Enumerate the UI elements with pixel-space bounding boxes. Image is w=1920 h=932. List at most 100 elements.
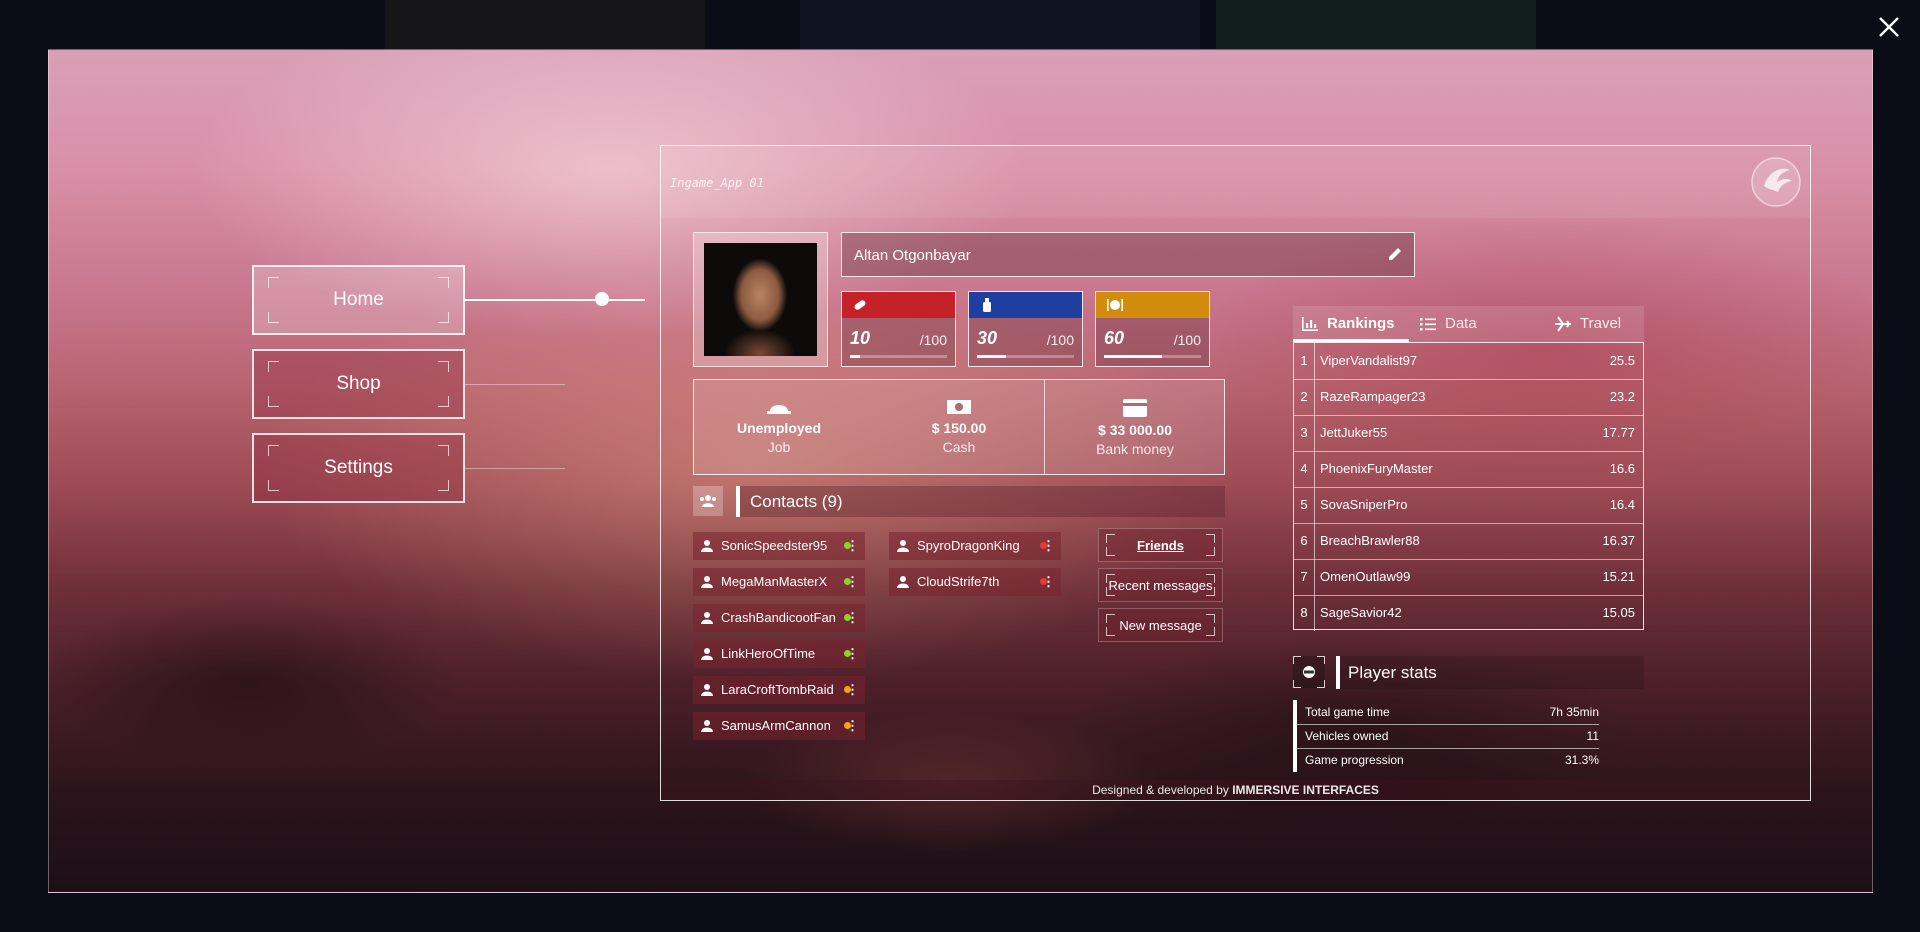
tab-travel-label: Travel: [1580, 315, 1622, 332]
corner-mark: [268, 480, 279, 491]
nav-home-button[interactable]: Home: [252, 265, 465, 335]
contact-name: LinkHeroOfTime: [721, 646, 816, 661]
corner-mark: [1206, 587, 1215, 596]
nav-settings-button[interactable]: Settings: [252, 433, 465, 503]
stat-value: 11: [1586, 729, 1599, 743]
tab-rankings[interactable]: Rankings: [1302, 306, 1395, 342]
ranking-row: 6 BreachBrawler88 16.37: [1294, 523, 1643, 560]
corner-mark: [438, 277, 449, 288]
background-strip: [800, 0, 1200, 50]
users-icon: [700, 495, 716, 507]
rank-player-name: OmenOutlaw99: [1320, 569, 1411, 584]
user-icon: [701, 540, 713, 552]
contact-item[interactable]: CloudStrife7th ⋮: [889, 568, 1061, 596]
job-value: Unemployed: [736, 420, 821, 436]
rank-score: 16.6: [1609, 461, 1635, 476]
more-options-icon[interactable]: ⋮: [846, 676, 859, 704]
corner-mark: [1206, 534, 1215, 543]
recent-messages-button[interactable]: Recent messages: [1098, 568, 1223, 602]
background-strip: [1216, 0, 1536, 50]
stat-fill: [977, 355, 1007, 358]
contact-item[interactable]: LinkHeroOfTime ⋮: [693, 640, 865, 668]
rank-number: 6: [1294, 523, 1315, 559]
stat-label: Game progression: [1305, 753, 1404, 767]
stat-value: 7h 35min: [1549, 705, 1599, 719]
pencil-icon[interactable]: [1386, 245, 1404, 263]
stat-value: 31.3%: [1564, 753, 1599, 767]
hunger-stat: 60 /100: [1095, 291, 1210, 367]
contact-item[interactable]: MegaManMasterX ⋮: [693, 568, 865, 596]
corner-mark: [1106, 587, 1115, 596]
more-options-icon[interactable]: ⋮: [846, 568, 859, 596]
rank-player-name: SovaSniperPro: [1320, 497, 1408, 512]
nav-home-label: Home: [333, 289, 384, 310]
new-message-button[interactable]: New message: [1098, 608, 1223, 642]
stat-header: [842, 292, 955, 318]
contacts-header: Contacts (9): [736, 486, 1225, 517]
rank-score: 25.5: [1609, 353, 1635, 368]
stat-max: /100: [1173, 332, 1201, 348]
cash-label: Cash: [942, 439, 976, 455]
contacts-icon-box: [693, 486, 723, 516]
corner-mark: [1206, 547, 1215, 556]
corner-mark: [438, 445, 449, 456]
airplane-icon: [1555, 316, 1571, 332]
bandage-icon: [854, 300, 866, 310]
contact-item[interactable]: LaraCroftTombRaid ⋮: [693, 676, 865, 704]
more-options-icon[interactable]: ⋮: [846, 604, 859, 632]
stat-header: [1096, 292, 1209, 318]
contact-name: SamusArmCannon: [721, 718, 831, 733]
rank-score: 17.77: [1602, 425, 1635, 440]
avatar-frame: [693, 232, 828, 367]
ranking-row: 2 RazeRampager23 23.2: [1294, 379, 1643, 416]
contact-item[interactable]: SonicSpeedster95 ⋮: [693, 532, 865, 560]
more-options-icon[interactable]: ⋮: [846, 640, 859, 668]
contact-item[interactable]: CrashBandicootFan ⋮: [693, 604, 865, 632]
stat-label: Vehicles owned: [1305, 729, 1389, 743]
corner-mark: [438, 396, 449, 407]
nav-shop-button[interactable]: Shop: [252, 349, 465, 419]
corner-mark: [1206, 614, 1215, 623]
contact-name: MegaManMasterX: [721, 574, 828, 589]
corner-mark: [1106, 574, 1115, 583]
contact-name: LaraCroftTombRaid: [721, 682, 834, 697]
nav-settings-label: Settings: [324, 457, 393, 478]
user-icon: [701, 576, 713, 588]
player-stats-table: Total game time 7h 35min Vehicles owned …: [1293, 700, 1599, 772]
more-options-icon[interactable]: ⋮: [846, 532, 859, 560]
contacts-title: Contacts (9): [750, 492, 843, 511]
user-icon: [701, 612, 713, 624]
list-icon: [1420, 318, 1436, 331]
contact-item[interactable]: SamusArmCannon ⋮: [693, 712, 865, 740]
close-icon: [1879, 17, 1899, 37]
cash-info: $ 150.00 Cash: [874, 380, 1044, 474]
contact-item[interactable]: SpyroDragonKing ⋮: [889, 532, 1061, 560]
card-icon: [1123, 399, 1147, 417]
corner-mark: [268, 445, 279, 456]
more-options-icon[interactable]: ⋮: [1042, 568, 1055, 596]
food-icon: [1107, 299, 1123, 311]
stat-value: 10: [850, 328, 871, 348]
rank-player-name: JettJuker55: [1320, 425, 1388, 440]
nav-connector: [465, 299, 645, 301]
bank-label: Bank money: [1096, 441, 1174, 457]
rank-number: 1: [1294, 343, 1315, 379]
rank-number: 2: [1294, 379, 1315, 415]
more-options-icon[interactable]: ⋮: [1042, 532, 1055, 560]
corner-mark: [268, 277, 279, 288]
rank-number: 7: [1294, 559, 1315, 595]
tab-data[interactable]: Data: [1420, 306, 1477, 342]
close-button[interactable]: [1872, 10, 1906, 44]
more-options-icon[interactable]: ⋮: [846, 712, 859, 740]
tab-travel[interactable]: Travel: [1555, 306, 1622, 342]
stat-fill: [850, 355, 860, 358]
contact-name: CrashBandicootFan: [721, 610, 836, 625]
app-footer: Designed & developed by IMMERSIVE INTERF…: [661, 780, 1810, 800]
friends-button[interactable]: Friends: [1098, 528, 1223, 562]
user-icon: [701, 720, 713, 732]
rankings-table: 1 ViperVandalist97 25.5 2 RazeRampager23 23.2…: [1293, 342, 1644, 631]
stat-max: /100: [1046, 332, 1074, 348]
bank-info: $ 33 000.00 Bank money: [1045, 380, 1225, 474]
rank-number: 5: [1294, 487, 1315, 523]
corner-mark: [438, 361, 449, 372]
